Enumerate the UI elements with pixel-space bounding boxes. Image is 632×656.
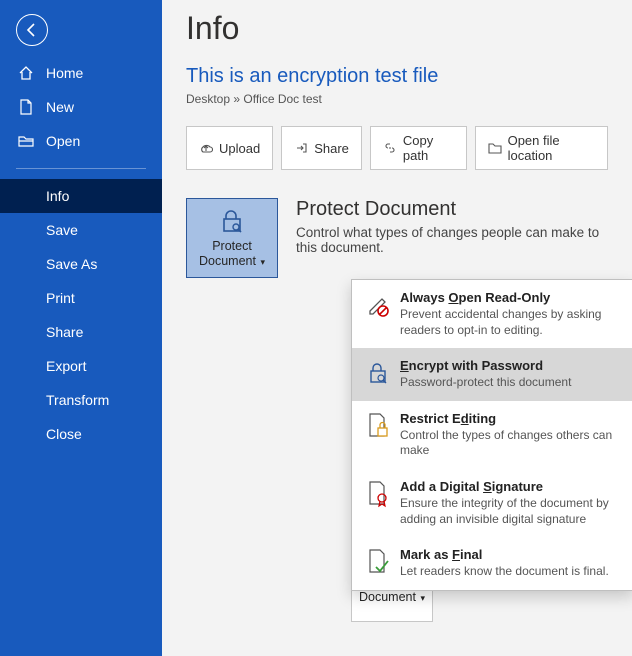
nav-open[interactable]: Open: [0, 124, 162, 158]
menu-mark-final[interactable]: Mark as Final Let readers know the docum…: [352, 537, 632, 590]
menu-title: Always Open Read-Only: [400, 290, 619, 305]
doc-lock-icon: [366, 411, 390, 441]
protect-document-button[interactable]: Protect Document ▾: [186, 198, 278, 278]
menu-encrypt-password[interactable]: Encrypt with Password Password-protect t…: [352, 348, 632, 401]
breadcrumb: Desktop » Office Doc test: [186, 92, 608, 106]
protect-desc: Control what types of changes people can…: [296, 225, 606, 255]
protect-label-1: Protect: [212, 239, 252, 253]
nav-label: Save: [46, 222, 78, 238]
nav-label: Export: [46, 358, 86, 374]
open-location-button[interactable]: Open file location: [475, 126, 608, 170]
folder-icon: [488, 142, 502, 154]
button-label: Open file location: [508, 133, 595, 163]
protect-label-2: Document: [199, 254, 256, 268]
menu-title: Encrypt with Password: [400, 358, 571, 373]
menu-digital-signature[interactable]: Add a Digital Signature Ensure the integ…: [352, 469, 632, 537]
menu-restrict-editing[interactable]: Restrict Editing Control the types of ch…: [352, 401, 632, 469]
menu-title: Mark as Final: [400, 547, 609, 562]
upload-button[interactable]: Upload: [186, 126, 273, 170]
main-panel: Info This is an encryption test file Des…: [162, 0, 632, 656]
menu-title: Restrict Editing: [400, 411, 619, 426]
protect-section: Protect Document ▾ Protect Document Cont…: [186, 198, 608, 278]
page-title: Info: [186, 10, 608, 47]
link-icon: [383, 141, 397, 155]
pencil-no-icon: [366, 290, 390, 320]
backstage-sidebar: Home New Open Info Save Save As: [0, 0, 162, 656]
upload-icon: [199, 141, 213, 155]
copy-path-button[interactable]: Copy path: [370, 126, 467, 170]
nav-label: Open: [46, 133, 80, 149]
nav-label: Print: [46, 290, 75, 306]
sidebar-divider: [16, 168, 146, 169]
share-icon: [294, 141, 308, 155]
nav-export[interactable]: Export: [0, 349, 162, 383]
back-button[interactable]: [16, 14, 48, 46]
protect-dropdown: Always Open Read-Only Prevent accidental…: [351, 279, 632, 591]
button-label: Share: [314, 141, 349, 156]
share-button[interactable]: Share: [281, 126, 362, 170]
nav-home[interactable]: Home: [0, 56, 162, 90]
button-label: Upload: [219, 141, 260, 156]
nav-label: Info: [46, 188, 69, 204]
lock-search-icon: [366, 358, 390, 388]
menu-read-only[interactable]: Always Open Read-Only Prevent accidental…: [352, 280, 632, 348]
nav-close[interactable]: Close: [0, 417, 162, 451]
doc-ribbon-icon: [366, 479, 390, 509]
nav-share[interactable]: Share: [0, 315, 162, 349]
nav-new[interactable]: New: [0, 90, 162, 124]
doc-check-icon: [366, 547, 390, 577]
nav-label: New: [46, 99, 74, 115]
menu-desc: Password-protect this document: [400, 375, 571, 391]
document-title: This is an encryption test file: [186, 65, 608, 88]
nav-save[interactable]: Save: [0, 213, 162, 247]
action-row: Upload Share Copy path Open file locatio…: [186, 126, 608, 170]
chevron-down-icon: ▾: [418, 593, 425, 603]
nav-label: Save As: [46, 256, 97, 272]
home-icon: [18, 65, 34, 81]
folder-open-icon: [18, 133, 34, 149]
chevron-down-icon: ▾: [258, 257, 265, 267]
nav-label: Share: [46, 324, 83, 340]
menu-desc: Ensure the integrity of the document by …: [400, 496, 619, 527]
nav-transform[interactable]: Transform: [0, 383, 162, 417]
button-label: Copy path: [403, 133, 454, 163]
protect-heading: Protect Document: [296, 198, 606, 221]
menu-desc: Control the types of changes others can …: [400, 428, 619, 459]
nav-print[interactable]: Print: [0, 281, 162, 315]
nav-label: Close: [46, 426, 82, 442]
menu-desc: Prevent accidental changes by asking rea…: [400, 307, 619, 338]
nav-label: Transform: [46, 392, 109, 408]
nav-save-as[interactable]: Save As: [0, 247, 162, 281]
manage-label-2: Document: [359, 590, 416, 604]
nav-label: Home: [46, 65, 83, 81]
new-doc-icon: [18, 99, 34, 115]
menu-title: Add a Digital Signature: [400, 479, 619, 494]
nav-info[interactable]: Info: [0, 179, 162, 213]
menu-desc: Let readers know the document is final.: [400, 564, 609, 580]
lock-search-icon: [218, 207, 246, 235]
